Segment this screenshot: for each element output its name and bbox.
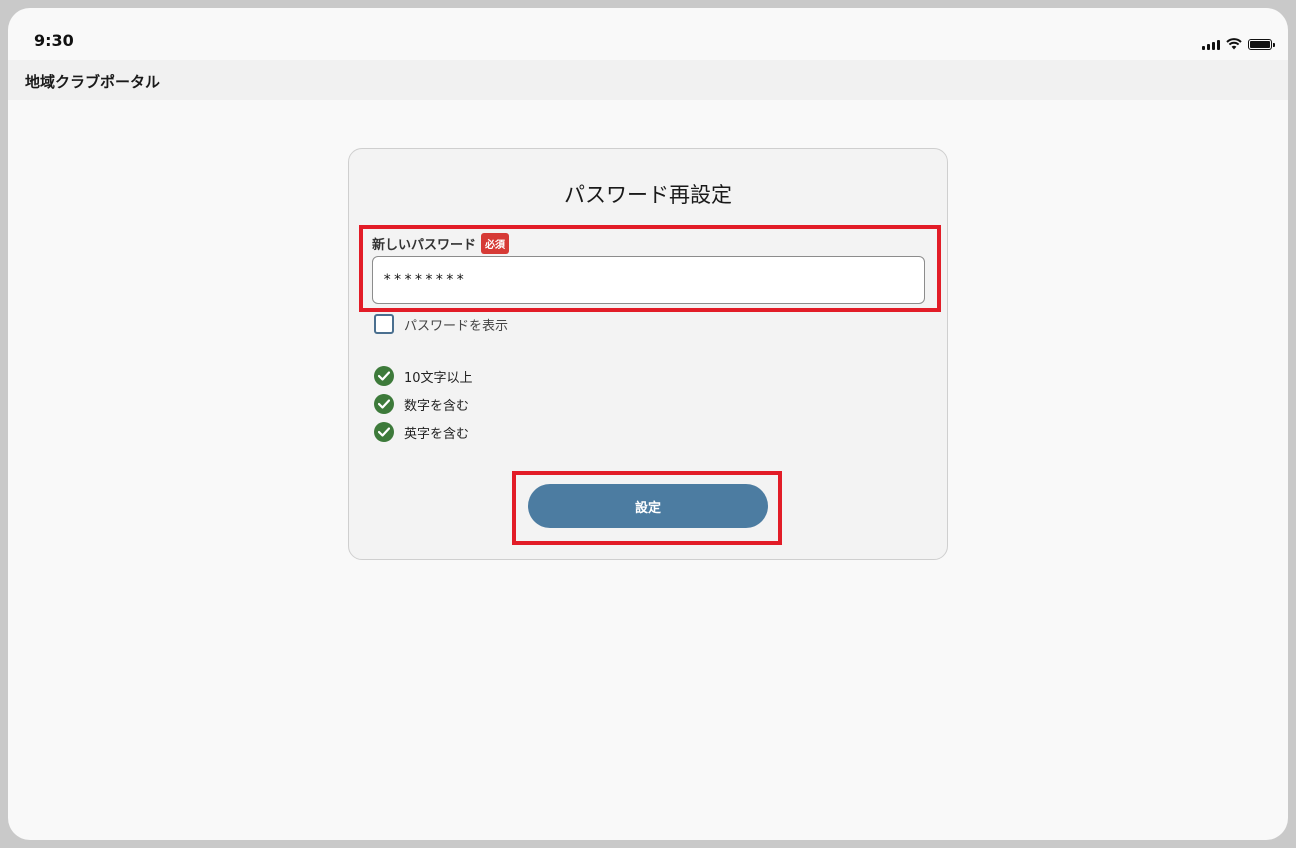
password-label: 新しいパスワード (372, 238, 477, 253)
password-rules: 10文字以上 数字を含む 英字を含む (374, 366, 473, 450)
app-title: 地域クラブポータル (25, 73, 161, 91)
password-label-row: 新しいパスワード 必須 (372, 233, 510, 254)
rule-item: 10文字以上 (374, 366, 473, 386)
app-header: 地域クラブポータル (8, 60, 1288, 100)
status-icons (1202, 38, 1275, 50)
show-password-toggle[interactable]: パスワードを表示 (374, 314, 508, 334)
required-badge: 必須 (481, 233, 510, 254)
page-title: パスワード再設定 (564, 183, 732, 207)
show-password-label: パスワードを表示 (404, 318, 509, 334)
device-frame: 9:30 地域クラブポータル パスワード再設定 新しいパスワード 必須 ****… (8, 8, 1288, 840)
check-circle-icon (374, 366, 394, 386)
rule-label: 数字を含む (404, 398, 470, 414)
rule-label: 10文字以上 (404, 370, 473, 386)
check-circle-icon (374, 394, 394, 414)
new-password-input[interactable] (372, 256, 925, 304)
battery-icon (1248, 38, 1275, 50)
rule-item: 英字を含む (374, 422, 473, 442)
submit-button[interactable]: 設定 (528, 484, 768, 528)
status-time: 9:30 (34, 31, 74, 50)
rule-item: 数字を含む (374, 394, 473, 414)
cellular-signal-icon (1202, 39, 1220, 50)
wifi-icon (1226, 38, 1242, 50)
show-password-checkbox[interactable] (374, 314, 394, 334)
rule-label: 英字を含む (404, 426, 470, 442)
status-bar: 9:30 (8, 8, 1288, 60)
check-circle-icon (374, 422, 394, 442)
password-reset-card: パスワード再設定 新しいパスワード 必須 パスワードを表示 10文字以上 数字を… (348, 148, 948, 560)
